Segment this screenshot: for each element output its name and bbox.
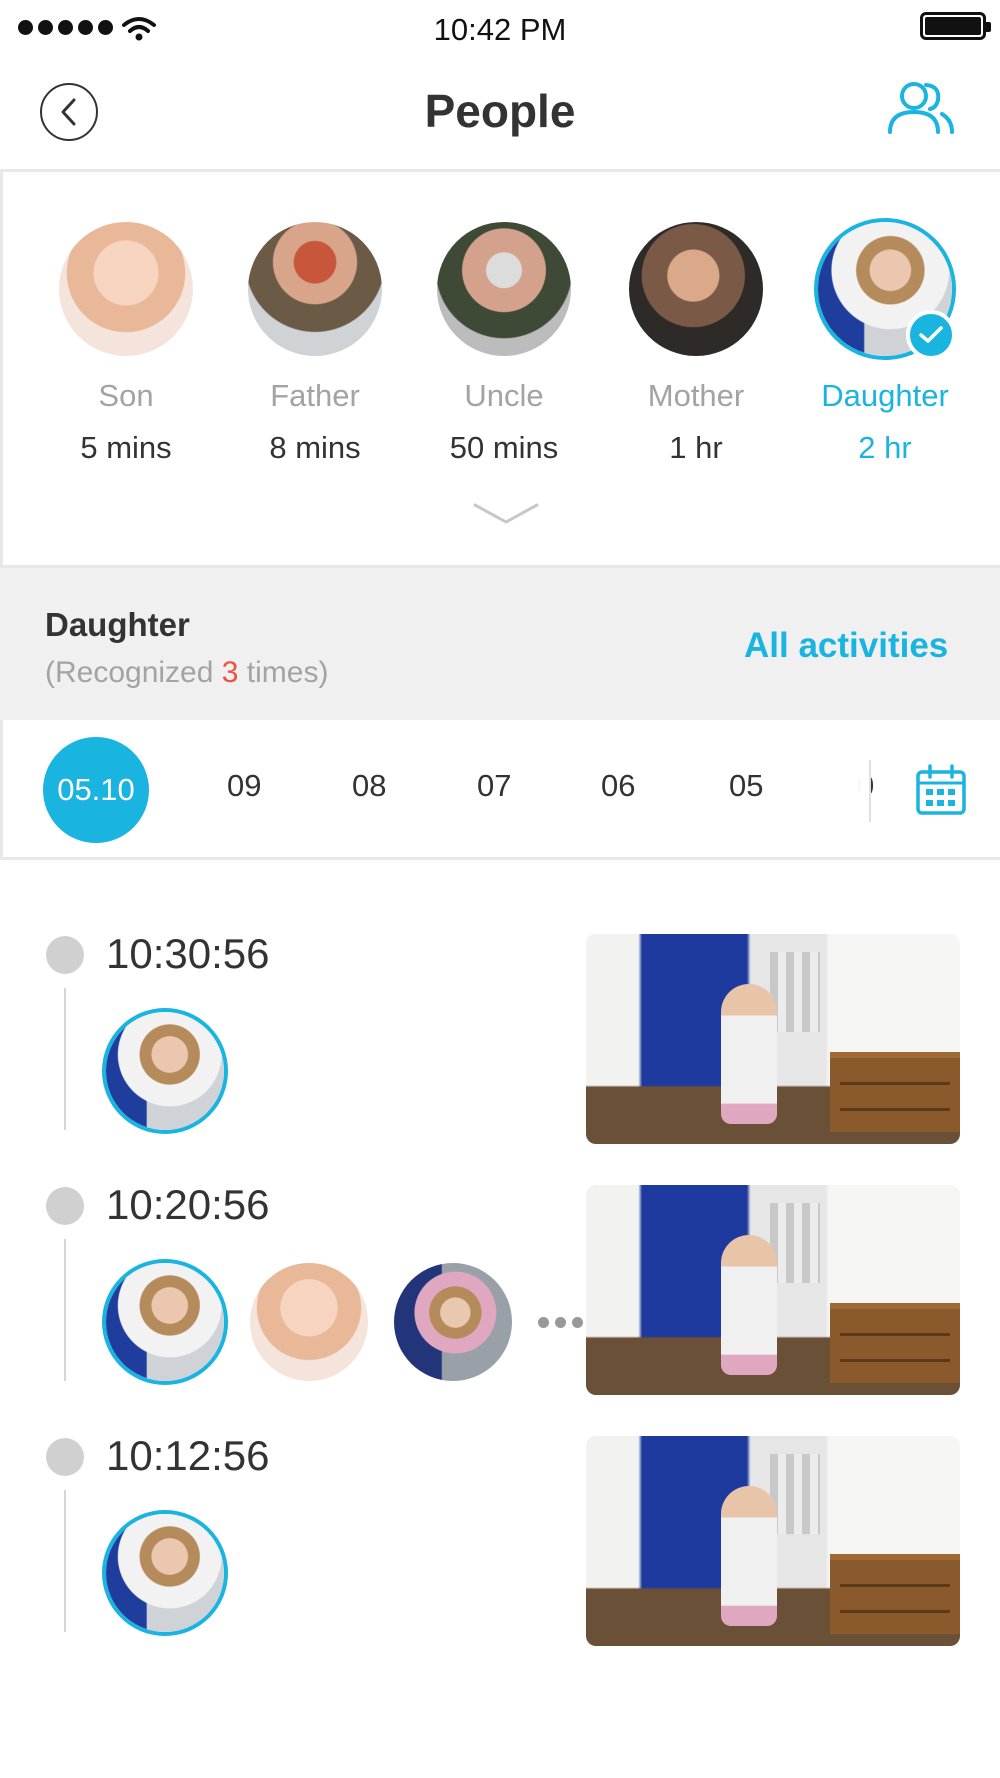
calendar-icon[interactable] — [915, 764, 967, 816]
timeline-dot — [46, 1438, 84, 1476]
date-item[interactable]: 08 — [352, 768, 386, 804]
person-name: Uncle — [464, 378, 544, 413]
face-thumbnail[interactable] — [394, 1263, 512, 1381]
date-item-active[interactable]: 05.10 — [43, 737, 149, 843]
person-name: Son — [98, 378, 154, 413]
face-thumbnail[interactable] — [106, 1012, 224, 1130]
event-snapshot[interactable] — [586, 1185, 960, 1395]
battery-icon — [920, 12, 991, 40]
selected-badge — [906, 310, 956, 360]
person-uncle[interactable]: Uncle 50 mins — [419, 222, 589, 466]
timeline-dot — [46, 1187, 84, 1225]
face-thumbnail[interactable] — [106, 1263, 224, 1381]
event-faces — [106, 1514, 224, 1632]
divider — [869, 760, 871, 822]
person-duration: 2 hr — [858, 430, 912, 465]
person-duration: 5 mins — [80, 430, 172, 465]
timeline-line — [64, 1490, 66, 1632]
person-name: Daughter — [821, 378, 949, 413]
person-name: Father — [270, 378, 360, 413]
chevron-down-icon[interactable] — [473, 502, 539, 526]
person-son[interactable]: Son 5 mins — [41, 222, 211, 466]
status-time: 10:42 PM — [433, 12, 567, 47]
timeline-line — [64, 988, 66, 1130]
header: People — [0, 58, 1000, 172]
person-daughter[interactable]: Daughter 2 hr — [800, 222, 970, 466]
avatar — [437, 222, 571, 356]
avatar — [818, 222, 956, 360]
event-snapshot[interactable] — [586, 1436, 960, 1646]
person-mother[interactable]: Mother 1 hr — [611, 222, 781, 466]
timeline-dot — [46, 936, 84, 974]
selected-person-name: Daughter — [45, 606, 190, 643]
recognized-suffix: times) — [238, 656, 329, 689]
face-thumbnail[interactable] — [106, 1514, 224, 1632]
date-strip-fade — [821, 720, 871, 857]
event-time: 10:12:56 — [106, 1432, 270, 1479]
person-name: Mother — [647, 378, 745, 413]
date-strip: 05.10 09 08 07 06 05 0 — [0, 720, 1000, 860]
selected-person-summary: Daughter (Recognized 3 times) All activi… — [0, 568, 1000, 720]
date-item[interactable]: 05 — [729, 768, 763, 804]
all-activities-link[interactable]: All activities — [744, 626, 948, 666]
event-snapshot[interactable] — [586, 934, 960, 1144]
avatar — [59, 222, 193, 356]
person-father[interactable]: Father 8 mins — [230, 222, 400, 466]
recognized-prefix: (Recognized — [45, 656, 222, 689]
person-duration: 1 hr — [669, 430, 723, 465]
event-faces — [106, 1263, 583, 1381]
recognized-count: (Recognized 3 times) — [45, 656, 328, 690]
date-item[interactable]: 09 — [227, 768, 261, 804]
avatar — [248, 222, 382, 356]
timeline-line — [64, 1239, 66, 1381]
check-icon — [919, 326, 943, 343]
person-duration: 8 mins — [269, 430, 361, 465]
page-title: People — [424, 85, 576, 137]
event-time: 10:20:56 — [106, 1181, 270, 1228]
status-bar: 10:42 PM — [0, 0, 1000, 58]
timeline-event[interactable]: 10:30:56 — [0, 930, 1000, 1186]
date-item[interactable]: 06 — [601, 768, 635, 804]
people-icon[interactable] — [886, 80, 956, 136]
people-strip: Son 5 mins Father 8 mins Uncle 50 mins M… — [0, 172, 1000, 568]
avatar — [629, 222, 763, 356]
date-item[interactable]: 07 — [477, 768, 511, 804]
timeline-event[interactable]: 10:20:56 — [0, 1181, 1000, 1437]
person-duration: 50 mins — [449, 430, 559, 465]
more-icon[interactable] — [538, 1316, 583, 1328]
face-thumbnail[interactable] — [250, 1263, 368, 1381]
event-faces — [106, 1012, 224, 1130]
recognized-number: 3 — [221, 656, 239, 689]
timeline-event[interactable]: 10:12:56 — [0, 1432, 1000, 1688]
event-time: 10:30:56 — [106, 930, 270, 977]
